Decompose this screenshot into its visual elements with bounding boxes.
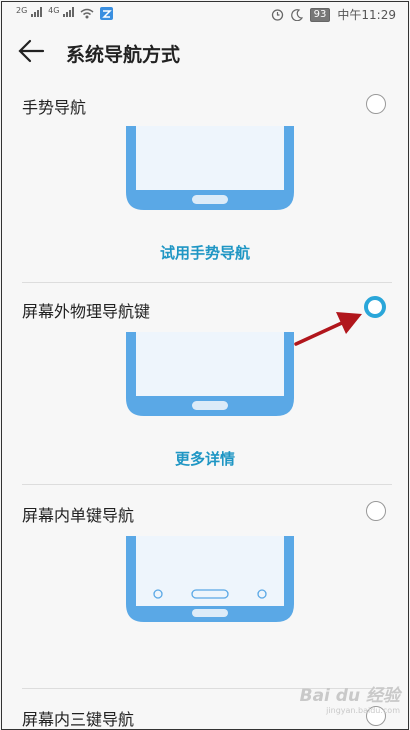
more-details-link[interactable]: 更多详情 <box>2 448 408 469</box>
option-gesture-navigation[interactable]: 手势导航 试用手势导航 <box>2 88 408 278</box>
moon-icon <box>290 8 303 21</box>
app-notification-icon <box>100 6 114 20</box>
status-left: 2G 4G <box>16 6 114 20</box>
radio-button[interactable] <box>366 501 386 521</box>
clock: 中午11:29 <box>337 8 396 22</box>
screen: 2G 4G 93 中午11:29 系统导航方式 手势导航 试用手势导航 屏幕外物… <box>1 1 409 730</box>
option-single-key[interactable]: 屏幕内单键导航 <box>2 496 408 686</box>
radio-button[interactable] <box>366 94 386 114</box>
title-bar: 系统导航方式 <box>2 28 408 74</box>
signal2-label: 4G <box>48 6 60 15</box>
status-right: 93 中午11:29 <box>271 6 396 23</box>
option-label: 手势导航 <box>22 98 87 117</box>
watermark: Bai du 经验 jingyan.baidu.com <box>300 681 400 715</box>
back-arrow-icon[interactable] <box>16 38 46 64</box>
watermark-url: jingyan.baidu.com <box>326 706 400 715</box>
watermark-brand: Bai du 经验 <box>299 686 400 706</box>
wifi-icon <box>80 8 94 18</box>
divider <box>22 484 392 485</box>
annotation-arrow-icon <box>294 312 362 346</box>
alarm-icon <box>271 9 283 21</box>
signal1-label: 2G <box>16 6 28 15</box>
signal-icon: 4G <box>48 6 75 20</box>
page-title: 系统导航方式 <box>66 44 181 66</box>
option-label: 屏幕内单键导航 <box>22 506 135 525</box>
phone-illustration <box>126 332 294 416</box>
phone-illustration <box>126 126 294 210</box>
divider <box>22 282 392 283</box>
option-label: 屏幕内三键导航 <box>22 710 135 729</box>
phone-illustration <box>126 536 294 622</box>
signal-icon: 2G <box>16 6 43 20</box>
status-bar: 2G 4G 93 中午11:29 <box>2 2 408 26</box>
try-gesture-link[interactable]: 试用手势导航 <box>2 242 408 263</box>
option-label: 屏幕外物理导航键 <box>22 302 151 321</box>
battery-icon: 93 <box>309 7 331 22</box>
